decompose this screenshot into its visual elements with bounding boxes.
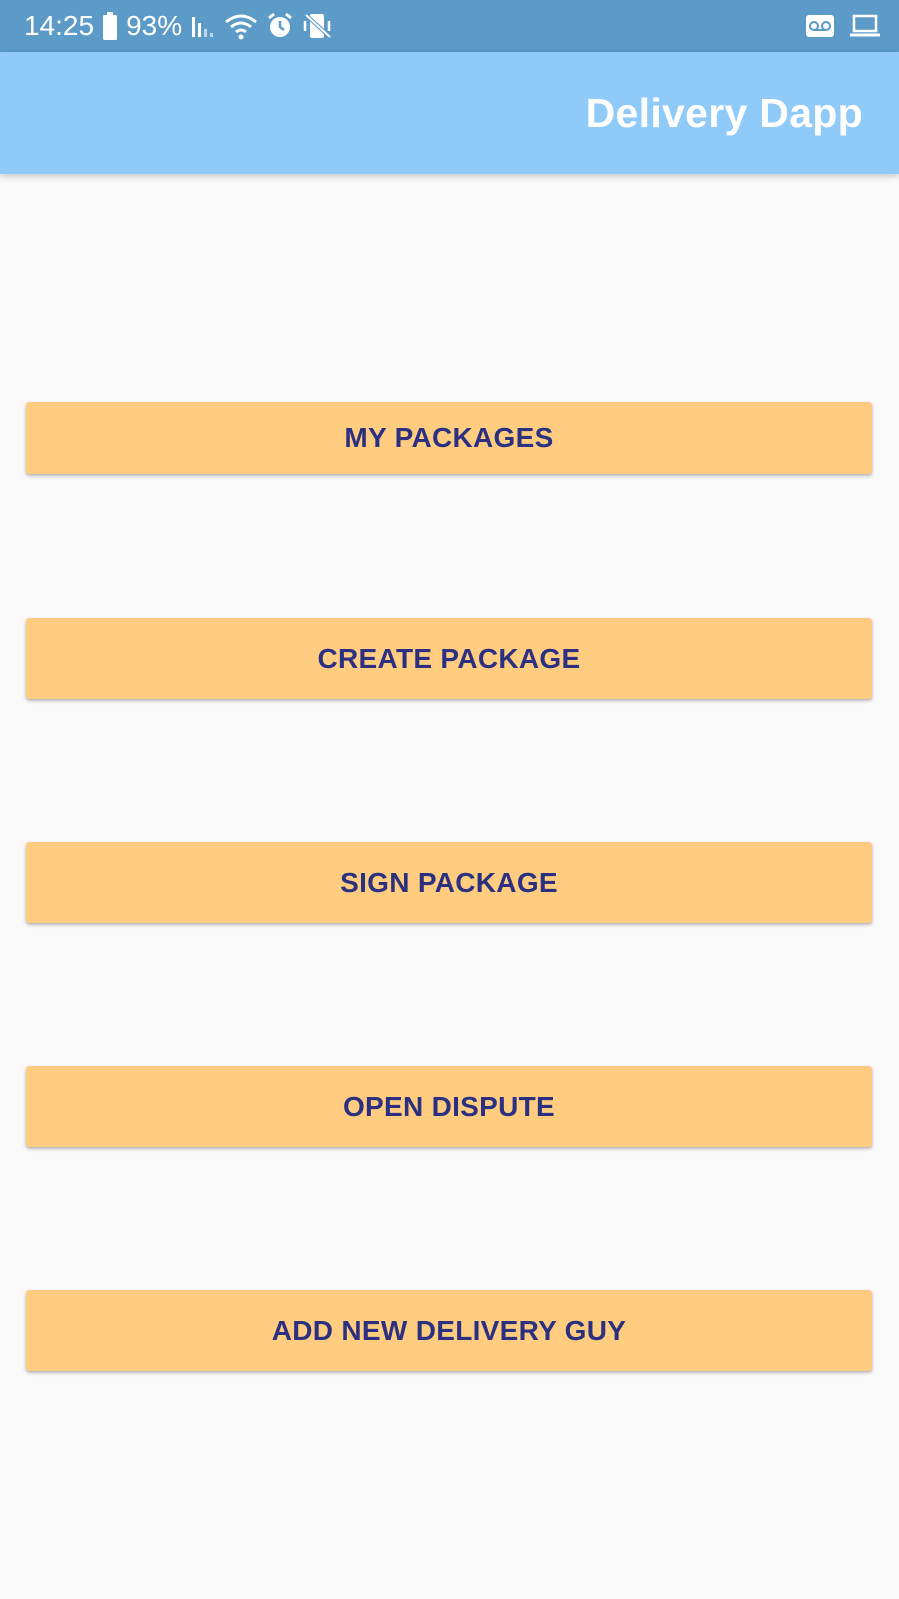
clock: 14:25	[24, 10, 95, 41]
status-bar: 14:25 93%	[0, 0, 899, 52]
open-dispute-button[interactable]: OPEN DISPUTE	[26, 1066, 872, 1147]
battery-percent: 93%	[126, 10, 183, 41]
app-title: Delivery Dapp	[585, 89, 863, 136]
add-new-delivery-guy-button[interactable]: ADD NEW DELIVERY GUY	[26, 1290, 872, 1371]
app-bar: Delivery Dapp	[0, 52, 899, 174]
status-bar-left: 14:25 93%	[24, 10, 334, 42]
laptop-icon	[849, 14, 881, 38]
voicemail-icon	[805, 14, 835, 38]
wifi-icon	[224, 12, 258, 40]
my-packages-button[interactable]: MY PACKAGES	[26, 402, 872, 474]
sign-package-button[interactable]: SIGN PACKAGE	[26, 842, 872, 923]
status-bar-right	[805, 14, 881, 38]
alarm-icon	[266, 12, 294, 40]
vibrate-icon	[302, 12, 334, 40]
battery-icon	[102, 12, 118, 40]
signal-icon	[190, 13, 216, 39]
create-package-button[interactable]: CREATE PACKAGE	[26, 618, 872, 699]
